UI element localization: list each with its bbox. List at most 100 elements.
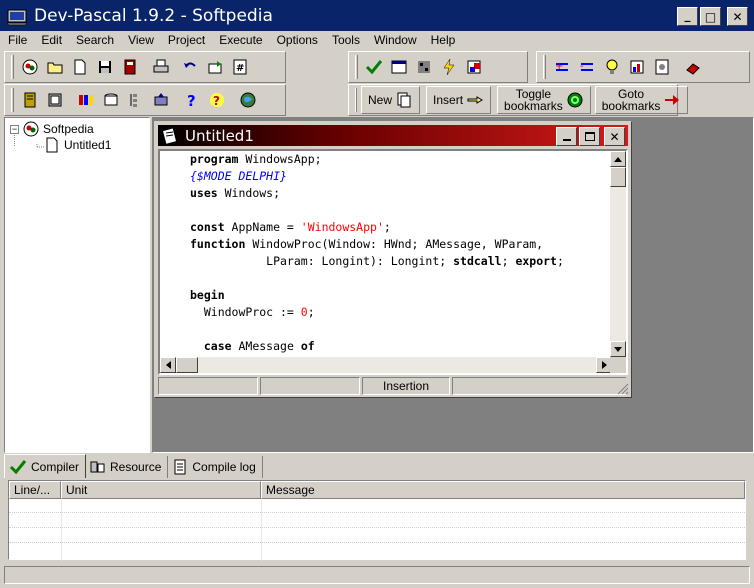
environment-options-icon[interactable] xyxy=(650,56,674,78)
editor-maximize-button[interactable] xyxy=(579,127,600,146)
minimize-icon xyxy=(562,138,571,141)
compiler-messages-list[interactable]: Line/... Unit Message xyxy=(8,480,746,561)
menu-execute[interactable]: Execute xyxy=(211,33,268,47)
vertical-scrollbar[interactable] xyxy=(610,151,626,357)
undo-icon[interactable] xyxy=(178,56,202,78)
column-message[interactable]: Message xyxy=(261,481,745,499)
lightbulb-icon[interactable] xyxy=(600,56,624,78)
save-icon[interactable] xyxy=(93,56,117,78)
new-doc-icon xyxy=(397,92,411,108)
tools-eraser-icon[interactable] xyxy=(681,56,705,78)
main-toolbar: # xyxy=(4,51,286,83)
title-bar: Dev-Pascal 1.9.2 - Softpedia _ □ ✕ xyxy=(0,0,754,31)
misc-toolbar: + - xyxy=(536,51,750,83)
goto-line-icon[interactable]: # xyxy=(228,56,252,78)
menu-window[interactable]: Window xyxy=(366,33,423,47)
database-icon[interactable] xyxy=(99,89,123,111)
code-line: {$MODE DELPHI} xyxy=(190,168,564,185)
list-item[interactable] xyxy=(9,529,745,543)
code-token: WindowProc(Window: HWnd; AMessage, WPara… xyxy=(245,237,544,251)
menu-help[interactable]: Help xyxy=(423,33,462,47)
menu-edit[interactable]: Edit xyxy=(33,33,68,47)
menu-view[interactable]: View xyxy=(120,33,160,47)
scroll-left-button[interactable] xyxy=(160,357,176,373)
run-window-icon[interactable] xyxy=(387,56,411,78)
list-item[interactable] xyxy=(9,499,745,513)
unit-icon[interactable] xyxy=(43,89,67,111)
close-button[interactable]: ✕ xyxy=(727,7,748,26)
maximize-icon xyxy=(584,132,595,141)
new-file-icon[interactable] xyxy=(68,56,92,78)
menu-tools[interactable]: Tools xyxy=(324,33,366,47)
menu-file[interactable]: File xyxy=(0,33,33,47)
tab-resource[interactable]: Resource xyxy=(86,456,169,478)
code-editor[interactable]: program WindowsApp; {$MODE DELPHI} uses Wi… xyxy=(158,149,628,375)
editor-title-bar[interactable]: Untitled1 ✕ xyxy=(158,125,628,146)
editor-close-button[interactable]: ✕ xyxy=(604,127,625,146)
tab-compile-log[interactable]: Compile log xyxy=(168,456,263,478)
project-icon[interactable] xyxy=(18,56,42,78)
scroll-up-arrow-icon xyxy=(614,156,622,162)
open-folder-icon[interactable] xyxy=(43,56,67,78)
minimize-button[interactable]: _ xyxy=(677,7,698,26)
insert-button[interactable]: Insert xyxy=(426,86,492,114)
menu-project[interactable]: Project xyxy=(160,33,211,47)
web-globe-icon[interactable] xyxy=(236,89,260,111)
code-token: ; xyxy=(501,254,516,268)
maximize-button[interactable]: □ xyxy=(700,7,721,26)
close-file-icon[interactable] xyxy=(118,56,142,78)
tab-compiler-label: Compiler xyxy=(31,459,80,474)
maximize-icon: □ xyxy=(704,9,717,24)
debug-icon[interactable] xyxy=(462,56,486,78)
editor-minimize-button[interactable] xyxy=(556,127,577,146)
scroll-down-button[interactable] xyxy=(610,341,626,357)
horizontal-scrollbar[interactable] xyxy=(160,357,612,373)
print-icon[interactable] xyxy=(149,56,173,78)
code-line: LParam: Longint): Longint; stdcall; expo… xyxy=(190,253,564,270)
new-button[interactable]: New xyxy=(361,86,421,114)
editor-window-icon[interactable] xyxy=(161,126,179,145)
remove-from-project-icon[interactable]: - xyxy=(575,56,599,78)
goto-bookmarks-button[interactable]: Goto bookmarks xyxy=(594,86,689,114)
resize-grip-icon[interactable] xyxy=(617,383,629,395)
help-context-icon[interactable]: ? xyxy=(205,89,229,111)
wizard-icon[interactable] xyxy=(149,89,173,111)
scroll-left-arrow-icon xyxy=(165,361,171,369)
vertical-scroll-thumb[interactable] xyxy=(610,167,626,187)
compile-run-icon[interactable] xyxy=(412,56,436,78)
class-browser-icon[interactable] xyxy=(124,89,148,111)
scroll-up-button[interactable] xyxy=(610,151,626,167)
code-text[interactable]: program WindowsApp; {$MODE DELPHI} uses Wi… xyxy=(190,151,564,355)
tab-compiler[interactable]: Compiler xyxy=(4,454,87,478)
help-icon[interactable]: ? xyxy=(180,89,204,111)
horizontal-scroll-thumb[interactable] xyxy=(176,357,198,373)
code-token: function xyxy=(190,237,246,251)
red-arrow-icon xyxy=(665,95,680,105)
column-divider xyxy=(261,499,262,561)
svg-text:+: + xyxy=(555,61,563,72)
compile-check-icon[interactable] xyxy=(362,56,386,78)
tree-file-node[interactable]: Untitled1 xyxy=(45,137,111,153)
column-line[interactable]: Line/... xyxy=(9,481,61,499)
resource-bars-icon[interactable] xyxy=(74,89,98,111)
new-project-icon[interactable] xyxy=(18,89,42,111)
dev-pascal-app-icon[interactable] xyxy=(5,5,29,27)
redo-icon[interactable] xyxy=(203,56,227,78)
project-options-icon[interactable] xyxy=(625,56,649,78)
close-icon: ✕ xyxy=(732,9,743,24)
column-unit[interactable]: Unit xyxy=(61,481,261,499)
toggle-bookmarks-button[interactable]: Toggle bookmarks xyxy=(497,86,591,114)
menu-search[interactable]: Search xyxy=(68,33,120,47)
code-token: ; xyxy=(556,254,564,268)
code-token: LParam: Longint): Longint; xyxy=(190,254,454,268)
menu-options[interactable]: Options xyxy=(269,33,324,47)
toolbar-grip xyxy=(355,88,357,112)
main-status-bar xyxy=(4,566,750,584)
list-item[interactable] xyxy=(9,514,745,528)
toolbar-grip xyxy=(543,55,546,79)
add-to-project-icon[interactable]: + xyxy=(550,56,574,78)
column-divider xyxy=(61,499,62,561)
rebuild-lightning-icon[interactable] xyxy=(437,56,461,78)
column-unit-label: Unit xyxy=(66,483,88,497)
project-tree-panel: − Softpedia Untitled1 xyxy=(4,117,150,453)
